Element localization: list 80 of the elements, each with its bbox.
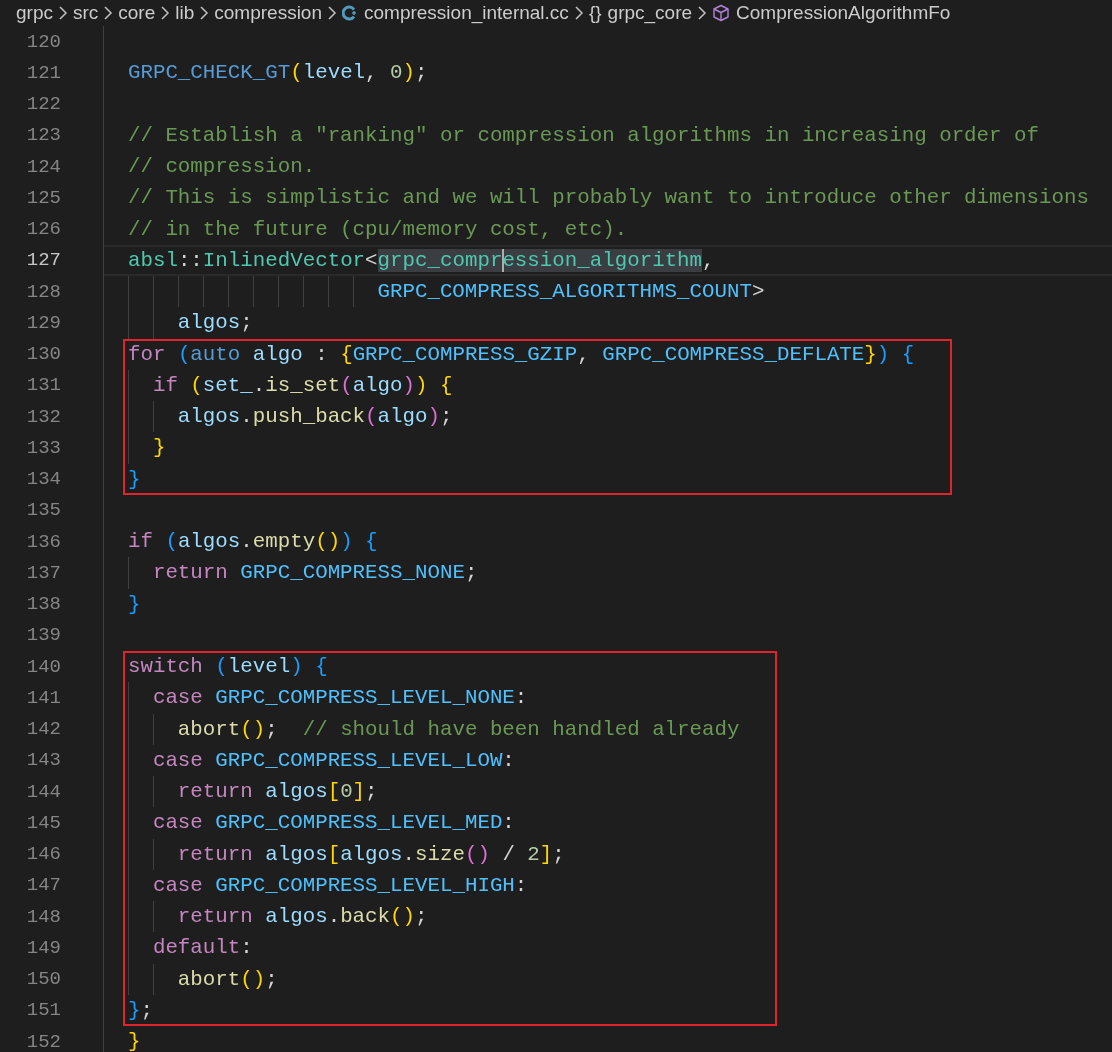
code-line: case GRPC_COMPRESS_LEVEL_MED: xyxy=(152,811,515,835)
line-number: 128 xyxy=(25,280,62,303)
breadcrumb-item[interactable]: compression_internal.cc xyxy=(364,2,569,24)
code-line: algos.push_back(algo); xyxy=(177,405,453,429)
line-number: 123 xyxy=(25,124,62,147)
code-line: }; xyxy=(127,998,153,1022)
code-line: algos; xyxy=(177,311,253,335)
line-number: 141 xyxy=(25,686,62,709)
line-number: 149 xyxy=(25,936,62,959)
line-number: 124 xyxy=(25,155,62,178)
cube-icon xyxy=(712,4,731,22)
chevron-icon xyxy=(199,6,210,20)
chevron-icon xyxy=(573,6,584,20)
line-number: 140 xyxy=(25,655,62,678)
chevron-icon xyxy=(697,6,708,20)
line-number: 138 xyxy=(25,593,62,616)
line-number: 133 xyxy=(25,436,62,459)
line-number: 152 xyxy=(25,1030,62,1052)
line-number: 136 xyxy=(25,530,62,553)
breadcrumb-item[interactable]: CompressionAlgorithmFo xyxy=(736,2,951,24)
code-line: for (auto algo : {GRPC_COMPRESS_GZIP, GRPC_COMPRESS_DEFLATE}) { xyxy=(127,342,915,366)
line-number: 137 xyxy=(25,561,62,584)
code-line: return GRPC_COMPRESS_NONE; xyxy=(152,561,478,585)
code-line: // Establish a "ranking" or compression algorithms in increasing order of xyxy=(127,123,1039,147)
code-line: return algos[0]; xyxy=(177,780,378,804)
breadcrumb-item[interactable]: lib xyxy=(175,2,195,24)
code-line: return algos.back(); xyxy=(177,905,428,929)
line-number: 144 xyxy=(25,780,62,803)
breadcrumb-item[interactable]: grpc xyxy=(16,2,53,24)
file-type-icon xyxy=(342,5,358,21)
line-number: 151 xyxy=(25,999,62,1022)
code-line: case GRPC_COMPRESS_LEVEL_NONE: xyxy=(152,686,528,710)
code-line: return algos[algos.size() / 2]; xyxy=(177,842,565,866)
code-line: } xyxy=(127,1030,141,1052)
line-number: 122 xyxy=(25,93,62,116)
line-number: 127 xyxy=(25,249,62,272)
code-line: case GRPC_COMPRESS_LEVEL_HIGH: xyxy=(152,873,528,897)
line-number: 125 xyxy=(25,186,62,209)
line-number: 126 xyxy=(25,218,62,241)
code-line: switch (level) { xyxy=(127,655,328,679)
line-number: 129 xyxy=(25,311,62,334)
code-line: // compression. xyxy=(127,155,316,179)
line-number: 132 xyxy=(25,405,62,428)
code-line: absl::InlinedVector<grpc_compression_algorithm, xyxy=(127,248,715,272)
chevron-icon xyxy=(160,6,171,20)
chevron-icon xyxy=(103,6,114,20)
namespace-icon: {} xyxy=(588,2,602,24)
line-number: 134 xyxy=(25,468,62,491)
code-line: if (algos.empty()) { xyxy=(127,530,378,554)
code-line: } xyxy=(127,592,141,616)
code-line: abort(); xyxy=(177,967,278,991)
line-number: 139 xyxy=(25,624,62,647)
breadcrumb-item[interactable]: core xyxy=(118,2,156,24)
code-line: // in the future (cpu/memory cost, etc). xyxy=(127,217,628,241)
chevron-icon xyxy=(327,6,337,20)
line-number: 147 xyxy=(25,874,62,897)
line-number: 145 xyxy=(25,811,62,834)
line-number: 148 xyxy=(25,905,62,928)
line-number: 146 xyxy=(25,843,62,866)
code-line: // This is simplistic and we will probably want to introduce other dimensions xyxy=(127,186,1089,210)
line-number: 150 xyxy=(25,968,62,991)
line-number: 131 xyxy=(25,374,62,397)
line-number: 130 xyxy=(25,343,62,366)
chevron-icon xyxy=(57,6,68,20)
code-line: } xyxy=(127,467,141,491)
line-number: 120 xyxy=(25,30,62,53)
code-line: abort(); // should have been handled already xyxy=(177,717,740,741)
line-number: 121 xyxy=(25,61,62,84)
code-line: default: xyxy=(152,936,253,960)
line-number: 135 xyxy=(25,499,62,522)
line-number: 143 xyxy=(25,749,62,772)
breadcrumb-item[interactable]: src xyxy=(72,2,99,24)
breadcrumb-item[interactable]: grpc_core xyxy=(607,2,693,24)
code-line: } xyxy=(152,436,166,460)
code-line: case GRPC_COMPRESS_LEVEL_LOW: xyxy=(152,748,515,772)
code-line: GRPC_COMPRESS_ALGORITHMS_COUNT> xyxy=(377,280,765,304)
code-line: GRPC_CHECK_GT(level, 0); xyxy=(127,61,428,85)
code-line: if (set_.is_set(algo)) { xyxy=(152,373,453,397)
breadcrumb-item[interactable]: compression xyxy=(214,2,322,24)
line-number: 142 xyxy=(25,718,62,741)
